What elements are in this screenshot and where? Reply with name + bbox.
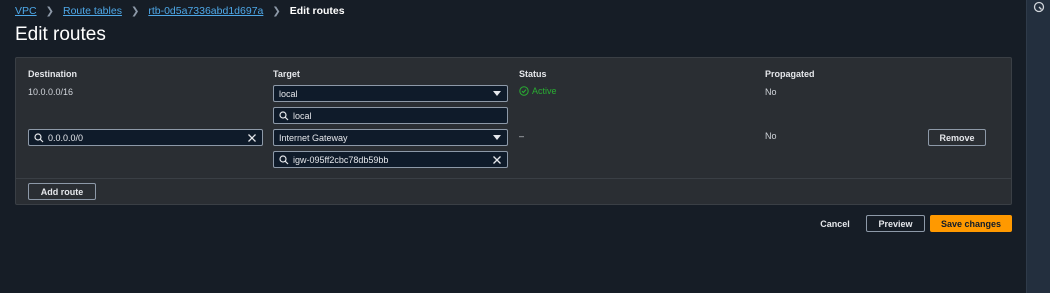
row1-propagated: No: [765, 87, 777, 97]
clear-icon[interactable]: [492, 155, 502, 165]
row1-status-text: Active: [532, 86, 557, 96]
row2-target-search[interactable]: igw-095ff2cbc78db59bb: [273, 151, 508, 168]
check-circle-icon: [519, 86, 529, 96]
caret-down-icon: [493, 91, 501, 96]
row2-target-type-value: Internet Gateway: [279, 132, 348, 143]
search-icon: [279, 111, 289, 121]
settings-icon[interactable]: [1032, 0, 1046, 14]
row1-target-search-value: local: [293, 110, 312, 121]
row2-destination-input[interactable]: 0.0.0.0/0: [28, 129, 263, 146]
chevron-right-icon: ❯: [45, 5, 54, 17]
breadcrumb-current: Edit routes: [289, 5, 345, 17]
search-icon: [279, 155, 289, 165]
save-changes-button[interactable]: Save changes: [930, 215, 1012, 232]
panel-divider: [16, 178, 1011, 179]
row2-target-type-select[interactable]: Internet Gateway: [273, 129, 508, 146]
clear-icon[interactable]: [247, 133, 257, 143]
main-content: VPC ❯ Route tables ❯ rtb-0d5a7336abd1d69…: [0, 0, 1026, 293]
breadcrumb: VPC ❯ Route tables ❯ rtb-0d5a7336abd1d69…: [15, 4, 345, 18]
breadcrumb-route-table-id[interactable]: rtb-0d5a7336abd1d697a: [148, 5, 263, 17]
search-icon: [34, 133, 44, 143]
caret-down-icon: [493, 135, 501, 140]
add-route-button[interactable]: Add route: [28, 183, 96, 200]
remove-route-button[interactable]: Remove: [928, 129, 986, 146]
breadcrumb-route-tables[interactable]: Route tables: [63, 5, 122, 17]
row2-propagated: No: [765, 131, 777, 141]
chevron-right-icon: ❯: [272, 5, 281, 17]
header-destination: Destination: [28, 69, 78, 79]
header-propagated: Propagated: [765, 69, 815, 79]
right-rail: [1026, 0, 1050, 293]
row2-destination-value: 0.0.0.0/0: [48, 132, 84, 143]
row1-status: Active: [519, 86, 557, 96]
header-target: Target: [273, 69, 300, 79]
row2-status: –: [519, 131, 525, 141]
row1-target-type-value: local: [279, 88, 298, 99]
row1-destination: 10.0.0.0/16: [28, 87, 74, 97]
row2-target-search-value: igw-095ff2cbc78db59bb: [293, 154, 389, 165]
routes-panel: Destination Target Status Propagated 10.…: [15, 57, 1012, 205]
breadcrumb-vpc[interactable]: VPC: [15, 5, 37, 17]
preview-button[interactable]: Preview: [866, 215, 925, 232]
row1-target-search[interactable]: local: [273, 107, 508, 124]
page-title: Edit routes: [15, 24, 106, 45]
header-status: Status: [519, 69, 547, 79]
chevron-right-icon: ❯: [130, 5, 140, 17]
row1-target-type-select[interactable]: local: [273, 85, 508, 102]
cancel-button[interactable]: Cancel: [814, 215, 856, 232]
